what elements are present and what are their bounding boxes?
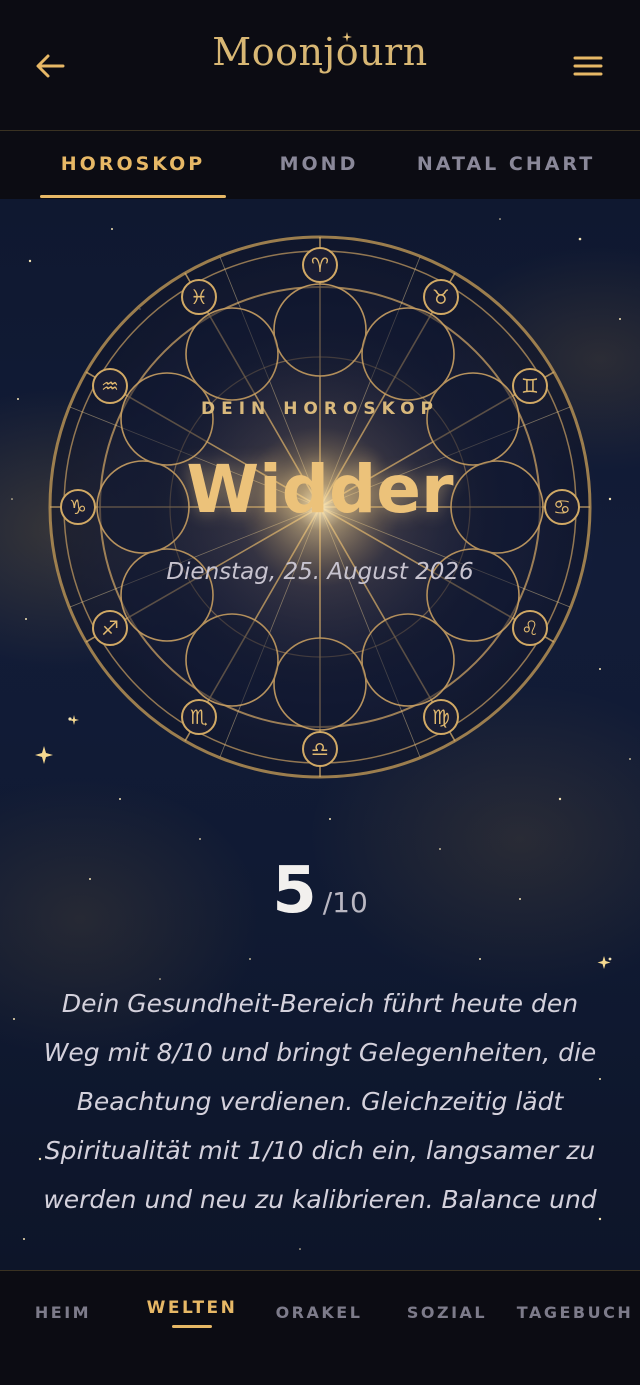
app-root: Moonjourn HOROSKOP MOND NATAL CHART ♈ ♉ … — [0, 0, 640, 1385]
daily-score: 5/10 — [0, 854, 640, 928]
score-value: 5 — [272, 854, 317, 928]
tab-mond[interactable]: MOND — [250, 131, 388, 197]
menu-button[interactable] — [564, 44, 612, 88]
nav-item-heim[interactable]: HEIM — [18, 1297, 108, 1327]
nav-item-orakel[interactable]: ORAKEL — [266, 1297, 372, 1327]
svg-text:♊: ♊ — [521, 374, 539, 398]
svg-text:♈: ♈ — [311, 253, 329, 277]
svg-text:♎: ♎ — [311, 737, 329, 761]
app-logo: Moonjourn — [212, 30, 428, 74]
tab-natal-chart[interactable]: NATAL CHART — [410, 131, 602, 197]
active-tab-indicator — [40, 195, 226, 198]
nav-item-sozial[interactable]: SOZIAL — [394, 1297, 500, 1327]
zodiac-sign-name: Widder — [186, 451, 454, 528]
app-header: Moonjourn — [0, 0, 640, 131]
svg-text:♍: ♍ — [432, 705, 450, 729]
tab-horoskop[interactable]: HOROSKOP — [40, 131, 226, 197]
horoscope-content[interactable]: ♈ ♉ ♊ ♋ ♌ ♍ ♎ ♏ ♐ ♑ ♒ ♓ DEIN HOROSKOP Widder Die… — [0, 199, 640, 1270]
svg-text:♐: ♐ — [101, 616, 119, 640]
bottom-navigation: HEIM WELTEN ORAKEL SOZIAL TAGEBUCH — [0, 1270, 640, 1385]
section-tabs: HOROSKOP MOND NATAL CHART — [0, 131, 640, 199]
active-nav-indicator — [172, 1325, 212, 1328]
svg-text:♓: ♓ — [190, 285, 208, 309]
horoscope-eyebrow: DEIN HOROSKOP — [201, 399, 439, 419]
score-max: /10 — [322, 886, 368, 919]
hamburger-menu-icon — [573, 56, 603, 76]
nav-item-welten[interactable]: WELTEN — [136, 1293, 248, 1323]
horoscope-reading: Dein Gesundheit-Bereich führt heute den … — [43, 989, 597, 1214]
horoscope-date: Dienstag, 25. August 2026 — [166, 559, 474, 585]
svg-text:♌: ♌ — [521, 616, 539, 640]
sparkle-icon — [342, 32, 352, 42]
svg-text:♉: ♉ — [432, 285, 450, 309]
svg-text:♏: ♏ — [190, 705, 208, 729]
nav-item-tagebuch[interactable]: TAGEBUCH — [512, 1297, 638, 1327]
svg-text:♒: ♒ — [101, 374, 119, 398]
